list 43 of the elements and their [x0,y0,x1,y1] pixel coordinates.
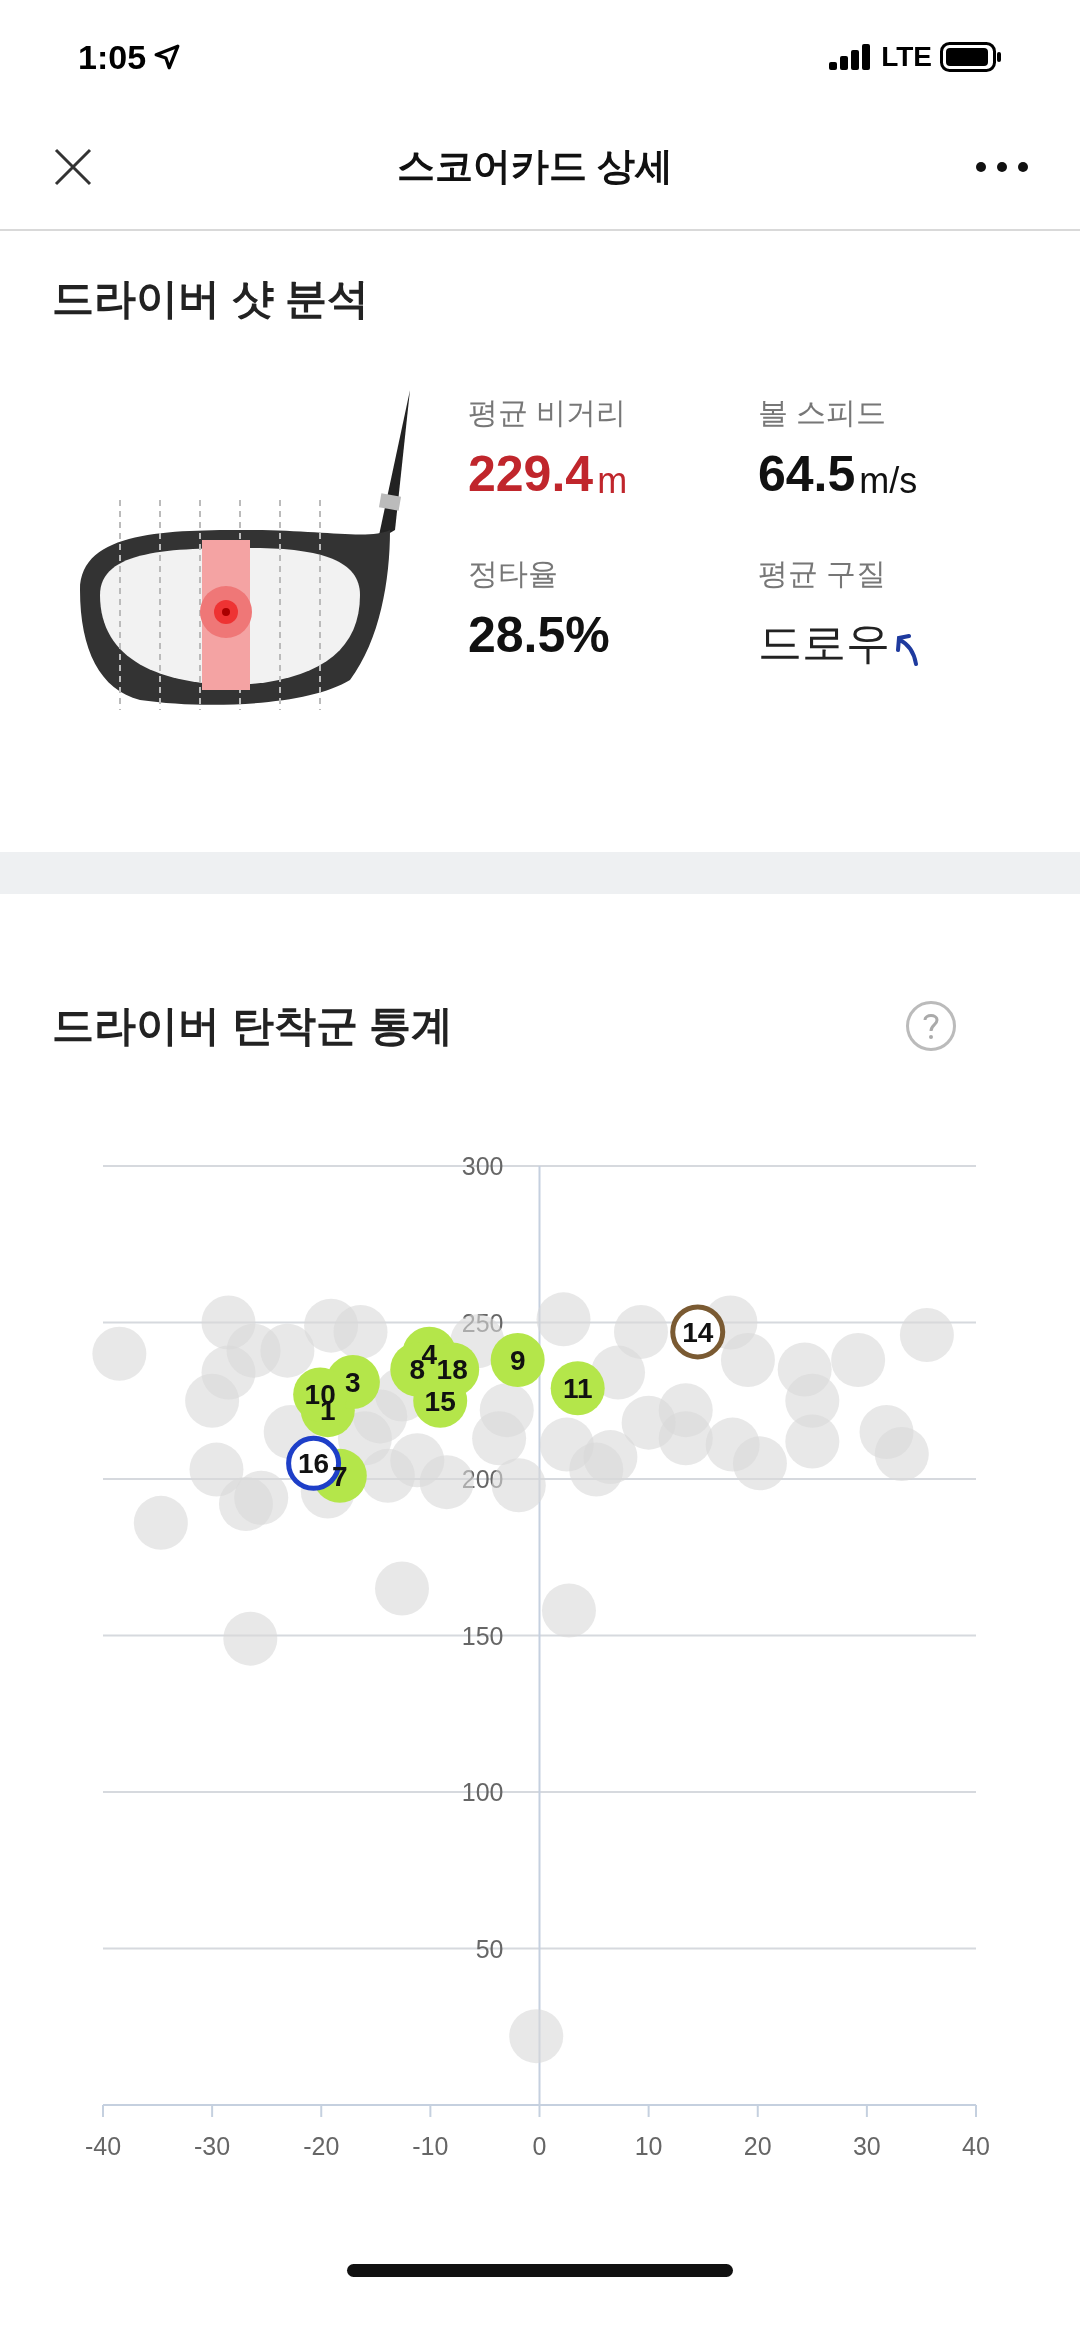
close-icon [53,146,93,187]
stat-value: 28.5% [468,610,610,660]
axis-label: -10 [412,2132,449,2160]
stat-unit: m/s [859,463,918,499]
stat-label: 정타율 [468,556,559,592]
location-arrow-icon [154,44,181,70]
axis-label: 200 [461,1465,504,1493]
axis-label: 30 [852,2132,881,2160]
axis-label: 150 [461,1621,504,1650]
axis-label: 40 [962,2132,990,2160]
stat-value: 64.5 [758,449,856,499]
network-label: LTE [881,40,932,74]
shot-number: 15 [424,1385,456,1417]
axis-label: 20 [743,2132,772,2160]
stat-value: 229.4 [468,449,594,499]
stat-unit: m [597,463,628,499]
shot-number: 3 [345,1366,361,1398]
battery-icon [940,42,1002,72]
axis-label: 250 [461,1308,504,1337]
axis-label: -40 [84,2132,122,2160]
axis-label: 50 [475,1934,504,1963]
shot-number: 11 [562,1373,593,1405]
stat-label: 볼 스피드 [758,395,888,431]
section-title: 드라이버 샷 분석 [52,274,371,324]
shot-number: 9 [509,1345,526,1377]
axis-label: 10 [634,2132,663,2160]
axis-label: 100 [461,1778,504,1806]
shot-number: 18 [436,1354,468,1386]
shot-number: 7 [332,1460,348,1492]
stat-value: 드로우 [758,617,890,669]
axis-label: 300 [461,1152,504,1180]
question-icon [922,1011,940,1040]
axis-label: -20 [303,2132,340,2160]
stat-label: 평균 구질 [758,556,888,592]
page-title: 스코어카드 상세 [396,144,674,189]
axis-label: 0 [532,2132,547,2160]
stat-label: 평균 비거리 [468,395,628,431]
shot-number: 16 [298,1448,330,1480]
more-icon [975,160,1029,173]
section-title: 드라이버 탄착군 통계 [52,1001,454,1051]
clock-time: 1:05 [78,36,147,78]
axis-label: -30 [194,2132,231,2160]
shot-number: 14 [682,1316,714,1348]
